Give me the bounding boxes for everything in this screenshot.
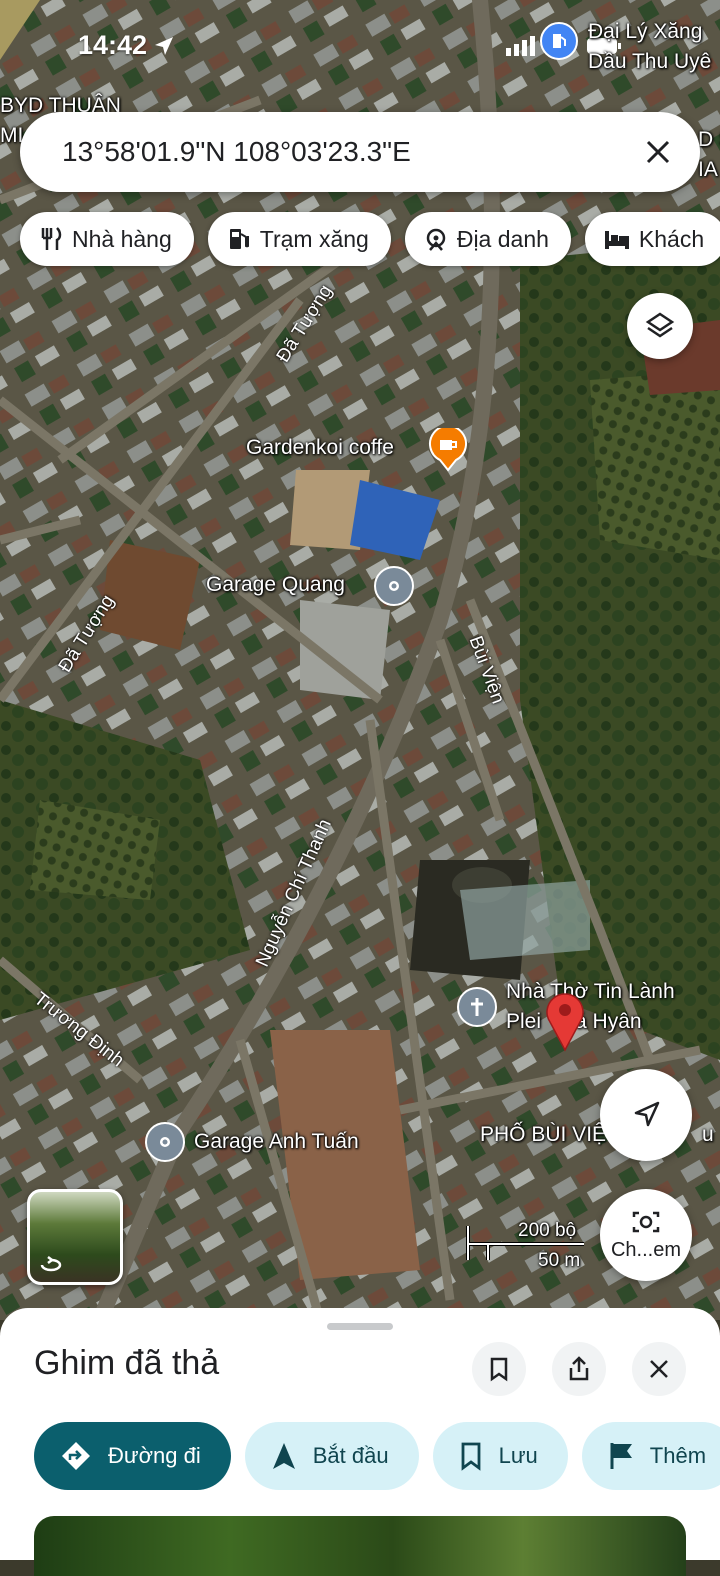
chip-landmarks[interactable]: Địa danh [404, 212, 571, 266]
fork-knife-icon [41, 227, 62, 250]
dropped-pin-marker[interactable] [544, 990, 586, 1057]
sheet-title: Ghim đã thả [34, 1344, 220, 1382]
gas-station-poi[interactable] [540, 22, 578, 60]
coffee-icon [429, 424, 467, 472]
camera-search-label: Ch...em [610, 1238, 682, 1261]
place-photo[interactable] [34, 1516, 686, 1576]
share-icon [569, 1356, 589, 1381]
bookmark-icon [461, 1442, 480, 1471]
red-pin-icon [546, 993, 584, 1052]
category-chips: Nhà hàng Trạm xăng Địa danh Khách [20, 212, 720, 266]
gas-pump-icon [229, 229, 249, 249]
camera-icon [632, 1211, 660, 1232]
map-label-dai-ly-xang: Đại Lý Xăng [588, 20, 703, 43]
chip-hotels-label: Khách [638, 225, 705, 252]
chip-gas-stations-label: Trạm xăng [259, 225, 369, 252]
chip-hotels[interactable]: Khách [584, 212, 720, 266]
camera-search-button[interactable]: Ch...em [600, 1189, 692, 1281]
bed-icon [604, 231, 629, 249]
area-label-pho-bui-vien: PHỐ BÙI VIỆ [480, 1123, 606, 1147]
chip-landmarks-label: Địa danh [456, 225, 549, 252]
poi-label-garage-quang[interactable]: Garage Quang [206, 573, 345, 597]
chip-restaurants[interactable]: Nhà hàng [20, 212, 194, 266]
map-label-ds: D S [698, 128, 720, 151]
location-arrow-icon [155, 36, 174, 55]
church-marker[interactable] [457, 987, 497, 1027]
start-label: Bắt đầu [312, 1443, 389, 1468]
garage-quang-marker[interactable] [374, 566, 414, 606]
close-icon [650, 1360, 668, 1378]
status-time: 14:42 [78, 30, 175, 61]
search-bar[interactable]: 13°58'01.9"N 108°03'23.3"E [20, 112, 700, 192]
directions-icon [62, 1442, 90, 1470]
my-location-button[interactable] [600, 1069, 692, 1161]
poi-label-gardenkoi[interactable]: Gardenkoi coffe [246, 436, 394, 460]
pin-icon [160, 1137, 170, 1147]
poi-label-church-line1[interactable]: Nhà Thờ Tin Lành [506, 980, 675, 1004]
garage-anh-tuan-marker[interactable] [145, 1122, 185, 1162]
save-icon-button[interactable] [472, 1342, 526, 1396]
directions-label: Đường đi [108, 1443, 201, 1468]
share-button[interactable] [552, 1342, 606, 1396]
sheet-close-button[interactable] [632, 1342, 686, 1396]
chip-restaurants-label: Nhà hàng [72, 225, 172, 252]
close-icon [646, 140, 670, 164]
gas-pump-icon [540, 22, 578, 60]
start-button[interactable]: Bắt đầu [244, 1422, 419, 1490]
coffee-poi-marker[interactable] [428, 424, 468, 477]
landmark-icon [426, 228, 446, 251]
layers-icon [645, 312, 675, 338]
pin-icon [389, 581, 399, 591]
add-label-button[interactable]: Thêm [581, 1422, 720, 1490]
action-buttons-row: Đường đi Bắt đầu Lưu Thêm [34, 1422, 720, 1490]
status-time-text: 14:42 [78, 30, 148, 60]
add-label-text: Thêm [649, 1443, 707, 1468]
navigation-arrow-icon [272, 1443, 295, 1469]
directions-button[interactable]: Đường đi [34, 1422, 231, 1490]
search-coordinates[interactable]: 13°58'01.9"N 108°03'23.3"E [62, 136, 630, 168]
area-label-start: PHỐ BÙI VIỆ [480, 1123, 607, 1146]
street-view-thumbnail[interactable] [27, 1189, 123, 1285]
bookmark-icon [490, 1357, 508, 1382]
save-label: Lưu [498, 1443, 538, 1468]
search-close-button[interactable] [630, 124, 686, 180]
street-view-rotate-icon [40, 1256, 62, 1272]
sheet-drag-handle[interactable] [327, 1323, 393, 1330]
map-scale: 200 bộ 50 m [466, 1220, 586, 1271]
church-cross-icon [471, 998, 483, 1016]
poi-label-church-line2-start: Plei [506, 1010, 542, 1033]
poi-label-garage-anh-tuan[interactable]: Garage Anh Tuấn [194, 1130, 359, 1154]
navigation-arrow-icon [634, 1101, 660, 1127]
area-label-tail: u [702, 1123, 714, 1146]
flag-icon [610, 1443, 632, 1469]
signal-icon [506, 36, 535, 56]
scale-bar-lines [466, 1226, 584, 1260]
chip-gas-stations[interactable]: Trạm xăng [207, 212, 391, 266]
layers-button[interactable] [627, 293, 693, 359]
map-label-ia: IA [698, 158, 718, 181]
map-label-dau-thu-uyen: Dầu Thu Uyê [588, 50, 712, 73]
save-button[interactable]: Lưu [432, 1422, 568, 1490]
